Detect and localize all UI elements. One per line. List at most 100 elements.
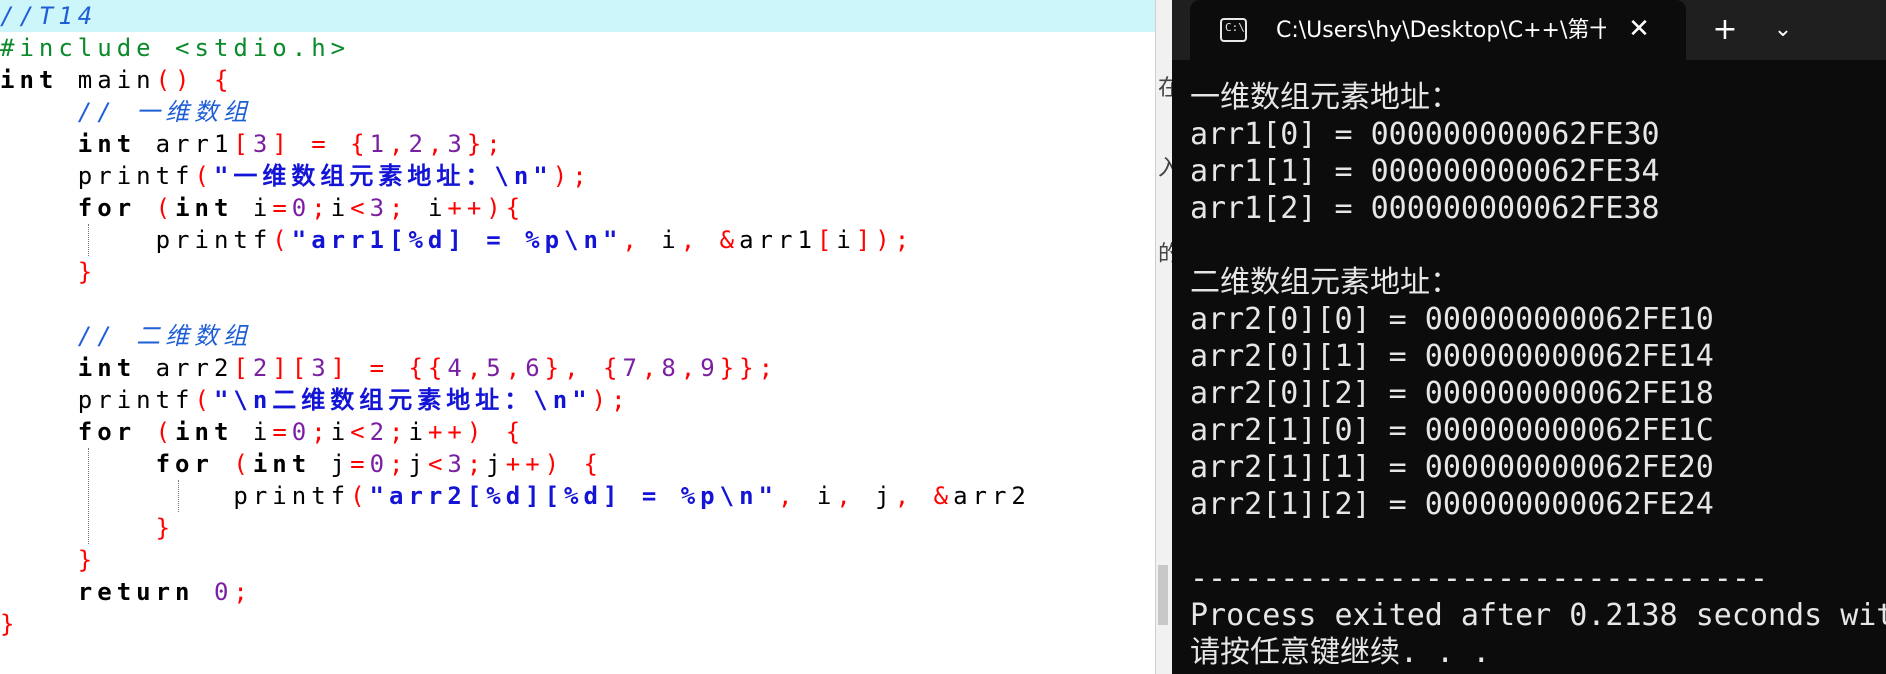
code-token: } [0,610,20,638]
code-token: arr2 [136,354,234,382]
code-token: j [408,450,428,478]
code-line[interactable]: int arr2[2][3] = {{4,5,6}, {7,8,9}}; [0,352,1155,384]
indent-guide [88,448,89,544]
terminal-window[interactable]: C:\ C:\Users\hy\Desktop\C++\第十 ✕ + ⌄ 一维数… [1172,0,1886,674]
code-line[interactable]: printf("arr1[%d] = %p\n", i, &arr1[i]); [0,224,1155,256]
code-token: ]); [855,226,915,254]
code-token: 5 [486,354,506,382]
code-token: printf [0,482,351,510]
code-token: // 一维数组 [0,98,253,126]
code-token: ( [136,194,176,222]
code-token: < [350,418,370,446]
code-token: [ [233,130,253,158]
code-token: for [77,418,137,446]
code-line[interactable]: } [0,608,1155,640]
terminal-output-line: arr2[1][2] = 000000000062FE24 [1190,487,1714,522]
code-token: ++){ [447,194,526,222]
code-token: ; [311,194,331,222]
code-line[interactable]: for (int j=0;j<3;j++) { [0,448,1155,480]
code-line[interactable]: // 一维数组 [0,96,1155,128]
code-token: j [875,482,895,510]
code-token: ( [136,418,176,446]
code-token: , [622,226,662,254]
code-token: 3 [252,130,273,158]
terminal-output-line: arr1[0] = 000000000062FE30 [1190,117,1660,152]
code-line[interactable]: #include <stdio.h> [0,32,1155,64]
code-token: for [155,450,214,478]
code-token: }, { [544,354,623,382]
scrollbar-thumb[interactable] [1158,565,1168,625]
terminal-tab-bar: C:\ C:\Users\hy\Desktop\C++\第十 ✕ + ⌄ [1172,0,1886,60]
code-line[interactable]: int arr1[3] = {1,2,3}; [0,128,1155,160]
code-line[interactable]: } [0,544,1155,576]
code-token: = [350,450,370,478]
code-line[interactable]: //T14 [0,0,1155,32]
code-token: int [175,194,234,222]
code-token: main [58,66,156,94]
terminal-output-line: 请按任意键继续. . . [1190,635,1491,670]
code-editor[interactable]: //T14 #include <stdio.h> int main() { // 一… [0,0,1155,674]
code-token: 8 [661,354,681,382]
code-token: i [427,194,448,222]
code-token: printf [0,226,273,254]
code-token: ; [389,418,409,446]
code-line[interactable]: for (int i=0;i<2;i++) { [0,416,1155,448]
code-token: int [0,66,59,94]
code-token: int [252,450,312,478]
code-line[interactable]: } [0,256,1155,288]
window-separator: 在 入 的 [1155,0,1180,674]
code-line[interactable]: // 二维数组 [0,320,1155,352]
code-line[interactable]: for (int i=0;i<3; i++){ [0,192,1155,224]
code-line[interactable]: int main() { [0,64,1155,96]
new-tab-button[interactable]: + [1700,10,1750,50]
code-token: 3 [311,354,331,382]
code-token: ; [389,194,428,222]
code-token: , [427,130,448,158]
code-line[interactable]: return 0; [0,576,1155,608]
code-token: 9 [700,354,720,382]
code-line[interactable]: printf("\n二维数组元素地址：\n"); [0,384,1155,416]
terminal-output-line: arr2[0][0] = 000000000062FE10 [1190,302,1714,337]
code-token: "\n二维数组元素地址：\n" [213,386,592,414]
code-token: int [77,354,137,382]
code-token: i [661,226,681,254]
code-token: arr1 [739,226,817,254]
code-token: printf [0,386,195,414]
terminal-output-line: arr2[0][1] = 000000000062FE14 [1190,339,1714,374]
code-line[interactable] [0,288,1155,320]
code-token: 6 [525,354,545,382]
terminal-tab[interactable]: C:\ C:\Users\hy\Desktop\C++\第十 ✕ [1190,0,1686,60]
chevron-down-icon[interactable]: ⌄ [1758,10,1808,50]
terminal-output-line: arr2[1][1] = 000000000062FE20 [1190,450,1714,485]
code-token: ; [466,450,487,478]
code-token: 0 [291,418,312,446]
terminal-output-line: 二维数组元素地址： [1190,265,1460,300]
terminal-output-line: arr1[1] = 000000000062FE34 [1190,154,1660,189]
code-token: ( [272,226,292,254]
close-tab-button[interactable]: ✕ [1622,12,1656,46]
code-token: [ [816,226,837,254]
code-token: arr1 [136,130,234,158]
terminal-output-line: arr2[1][0] = 000000000062FE1C [1190,413,1714,448]
code-token: 3 [447,450,467,478]
code-token: ; [233,578,253,606]
code-line[interactable]: printf("一维数组元素地址：\n"); [0,160,1155,192]
terminal-output-line: -------------------------------- [1190,561,1768,596]
code-token: ); [552,162,592,190]
code-token: ++) { [427,418,526,446]
code-token: , & [680,226,740,254]
code-token: int [175,418,234,446]
code-token: , [389,130,409,158]
code-token: 0 [213,578,234,606]
code-line[interactable]: } [0,512,1155,544]
code-token: , [680,354,701,382]
code-token: i [233,418,273,446]
code-line[interactable]: printf("arr2[%d][%d] = %p\n", i, j, &arr… [0,480,1155,512]
terminal-output-line: Process exited after 0.2138 seconds with… [1190,598,1886,633]
code-token: j [486,450,506,478]
code-token: () { [155,66,234,94]
code-token: ( [213,450,253,478]
